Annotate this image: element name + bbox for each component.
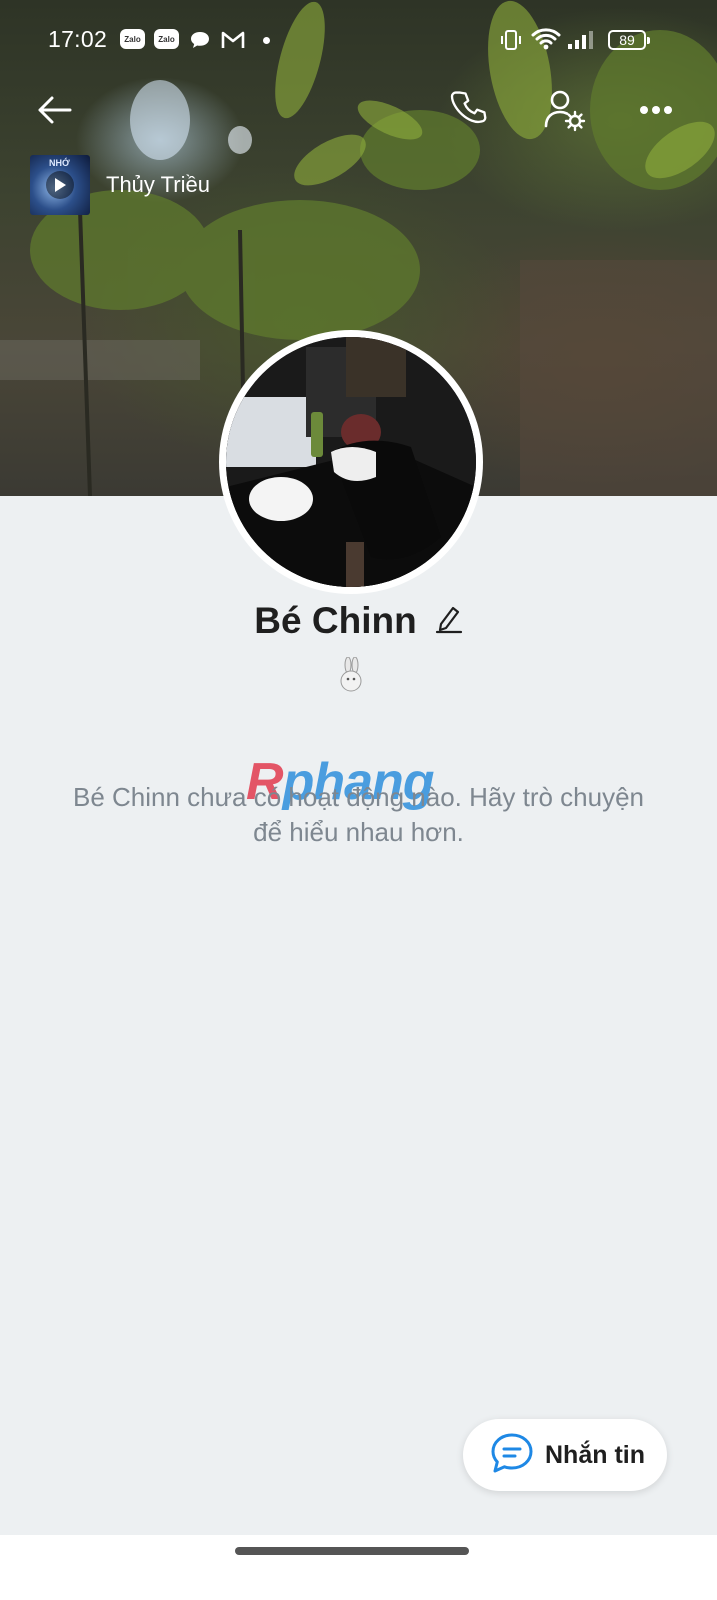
vibrate-icon <box>500 29 522 56</box>
empty-activity-message: Bé Chinn chưa có hoạt động nào. Hãy trò … <box>73 782 644 847</box>
play-icon[interactable] <box>46 171 74 199</box>
send-message-label: Nhắn tin <box>545 1440 645 1469</box>
edit-name-icon[interactable] <box>435 604 463 639</box>
status-bar: 17:02 Zalo Zalo 89 <box>0 0 717 80</box>
dot-icon <box>263 37 270 44</box>
battery-indicator: 89 <box>608 30 650 50</box>
more-button[interactable] <box>632 86 680 134</box>
profile-name-row: Bé Chinn <box>0 600 717 642</box>
profile-name: Bé Chinn <box>254 600 417 641</box>
navigation-bar <box>0 1535 717 1600</box>
music-cover: NHỚ <box>30 155 90 215</box>
zalo-icon: Zalo <box>154 29 179 49</box>
status-time: 17:02 <box>48 26 108 52</box>
music-cover-text: NHỚ <box>49 158 70 168</box>
profile-music[interactable]: NHỚ Thủy Triều <box>30 155 210 215</box>
chat-bubble-icon <box>189 29 211 51</box>
home-indicator[interactable] <box>235 1547 469 1555</box>
zalo-icon: Zalo <box>120 29 145 49</box>
status-rabbit-icon <box>337 656 365 693</box>
message-icon <box>489 1432 535 1479</box>
back-arrow-icon <box>38 96 72 124</box>
music-title: Thủy Triều <box>106 172 210 197</box>
avatar-photo <box>226 337 476 587</box>
wifi-icon <box>531 27 561 56</box>
call-button[interactable] <box>444 86 496 134</box>
signal-icon <box>567 30 595 55</box>
phone-icon <box>450 91 487 123</box>
gmail-icon <box>221 29 245 51</box>
avatar[interactable] <box>219 330 483 594</box>
more-icon <box>640 106 672 114</box>
user-settings-icon <box>544 90 586 132</box>
user-settings-button[interactable] <box>538 86 590 134</box>
back-button[interactable] <box>30 86 78 134</box>
send-message-button[interactable]: Nhắn tin <box>463 1419 667 1491</box>
